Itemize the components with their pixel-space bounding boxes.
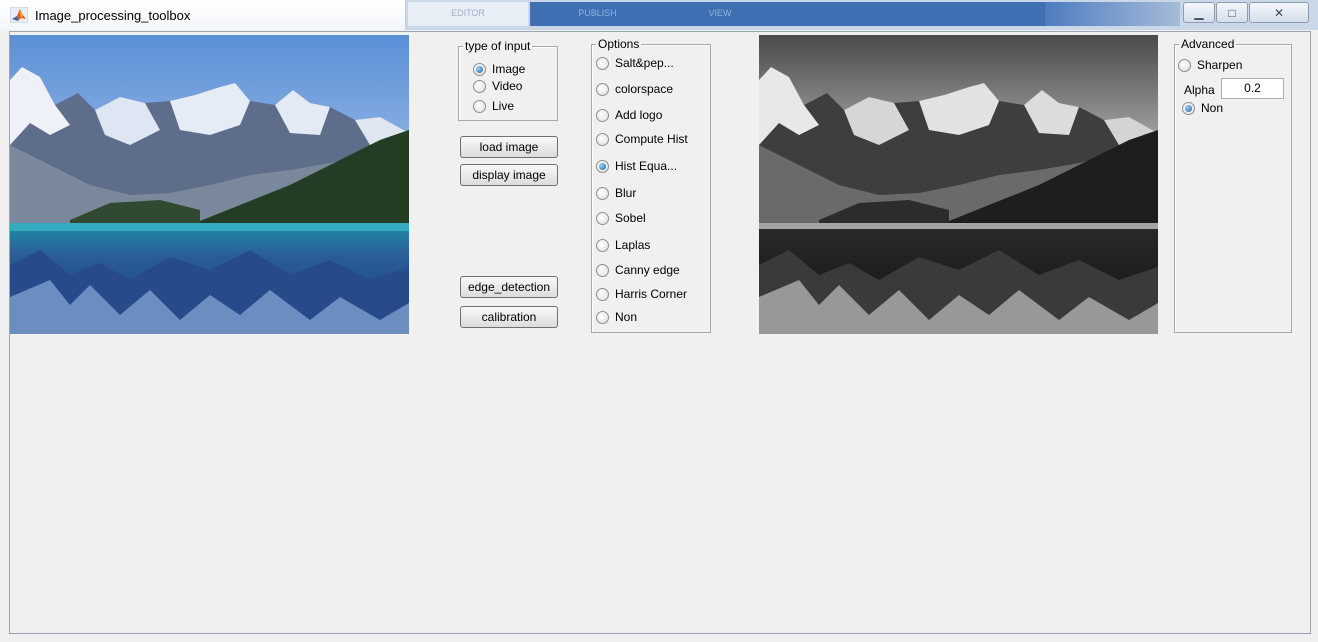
background-tab-publish: PUBLISH <box>530 2 665 26</box>
option-label: Hist Equa... <box>615 159 678 173</box>
background-tab-view: VIEW <box>665 2 775 26</box>
option-add-logo[interactable]: Add logo <box>596 108 662 122</box>
radio-unselected-icon <box>596 263 609 277</box>
option-label: Salt&pep... <box>615 56 674 70</box>
radio-input-image[interactable]: Image <box>473 62 525 76</box>
option-label: Add logo <box>615 108 663 122</box>
radio-sharpen[interactable]: Sharpen <box>1178 58 1242 72</box>
option-laplas[interactable]: Laplas <box>596 238 650 252</box>
radio-unselected-icon <box>596 82 609 96</box>
edge-detection-button[interactable]: edge_detection <box>460 276 558 298</box>
background-tab-editor: EDITOR <box>408 2 528 26</box>
matlab-logo-icon <box>10 7 28 23</box>
output-image-axes <box>759 35 1158 334</box>
background-toolstrip <box>775 2 1045 26</box>
option-label: Blur <box>615 186 637 200</box>
option-label: colorspace <box>615 82 674 96</box>
option-label: Harris Corner <box>615 287 688 301</box>
radio-unselected-icon <box>596 211 609 225</box>
alpha-input[interactable]: 0.2 <box>1221 78 1284 99</box>
output-grayscale-image <box>759 35 1158 334</box>
radio-unselected-icon <box>596 238 609 252</box>
display-image-button[interactable]: display image <box>460 164 558 186</box>
radio-unselected-icon <box>596 56 609 70</box>
advanced-title: Advanced <box>1179 37 1237 51</box>
radio-label: Image <box>492 62 526 76</box>
load-image-button[interactable]: load image <box>460 136 558 158</box>
radio-unselected-icon <box>596 132 609 146</box>
radio-input-live[interactable]: Live <box>473 99 514 113</box>
radio-unselected-icon <box>596 287 609 301</box>
radio-advanced-non[interactable]: Non <box>1182 101 1223 115</box>
radio-unselected-icon <box>596 108 609 122</box>
radio-selected-icon <box>596 159 609 173</box>
option-label: Canny edge <box>615 263 680 277</box>
option-harris-corner[interactable]: Harris Corner <box>596 287 687 301</box>
alpha-label: Alpha <box>1184 83 1215 97</box>
option-sobel[interactable]: Sobel <box>596 211 646 225</box>
option-label: Non <box>615 310 638 324</box>
close-icon: ✕ <box>1273 5 1285 20</box>
option-compute-hist[interactable]: Compute Hist <box>596 132 688 146</box>
option-blur[interactable]: Blur <box>596 186 636 200</box>
radio-unselected-icon <box>596 186 609 200</box>
close-button[interactable]: ✕ <box>1249 2 1309 23</box>
radio-unselected-icon <box>596 310 609 324</box>
option-colorspace[interactable]: colorspace <box>596 82 673 96</box>
input-type-title: type of input <box>463 39 533 53</box>
radio-selected-icon <box>473 62 486 76</box>
option-label: Sobel <box>615 211 646 225</box>
option-non[interactable]: Non <box>596 310 637 324</box>
option-label: Laplas <box>615 238 651 252</box>
radio-label: Sharpen <box>1197 58 1243 72</box>
radio-unselected-icon <box>473 99 486 113</box>
radio-selected-icon <box>1182 101 1195 115</box>
background-toolstrip-faded <box>1045 2 1180 26</box>
calibration-button[interactable]: calibration <box>460 306 558 328</box>
option-hist-equalization[interactable]: Hist Equa... <box>596 159 677 173</box>
window-title: Image_processing_toolbox <box>35 8 191 23</box>
radio-label: Video <box>492 79 523 93</box>
radio-unselected-icon <box>473 79 486 93</box>
minimize-icon: ▁ <box>1194 5 1204 20</box>
radio-unselected-icon <box>1178 58 1191 72</box>
option-salt-pepper[interactable]: Salt&pep... <box>596 56 674 70</box>
options-title: Options <box>596 37 642 51</box>
input-image-axes <box>10 35 409 334</box>
input-landscape-image <box>10 35 409 334</box>
radio-label: Non <box>1201 101 1224 115</box>
minimize-button[interactable]: ▁ <box>1183 2 1215 23</box>
radio-input-video[interactable]: Video <box>473 79 522 93</box>
window-titlebar: EDITOR PUBLISH VIEW Image_processing_too… <box>0 0 1318 30</box>
maximize-icon: □ <box>1228 5 1236 20</box>
option-label: Compute Hist <box>615 132 688 146</box>
maximize-button[interactable]: □ <box>1216 2 1248 23</box>
radio-label: Live <box>492 99 515 113</box>
option-canny-edge[interactable]: Canny edge <box>596 263 680 277</box>
